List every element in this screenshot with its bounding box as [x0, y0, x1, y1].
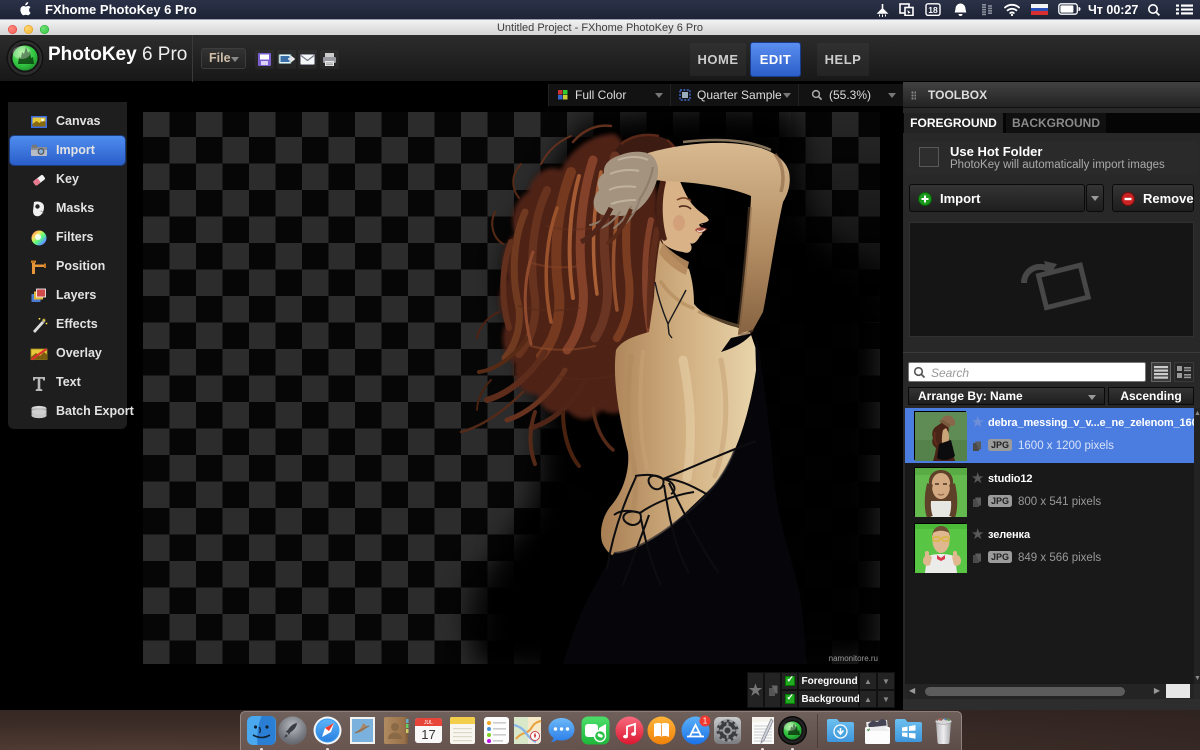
svg-text:18: 18 [928, 5, 938, 15]
svg-text:namonitore.ru: namonitore.ru [829, 654, 878, 663]
svg-text:1: 1 [703, 717, 708, 726]
svg-text:JUL: JUL [424, 720, 433, 726]
svg-text:17: 17 [421, 727, 435, 742]
